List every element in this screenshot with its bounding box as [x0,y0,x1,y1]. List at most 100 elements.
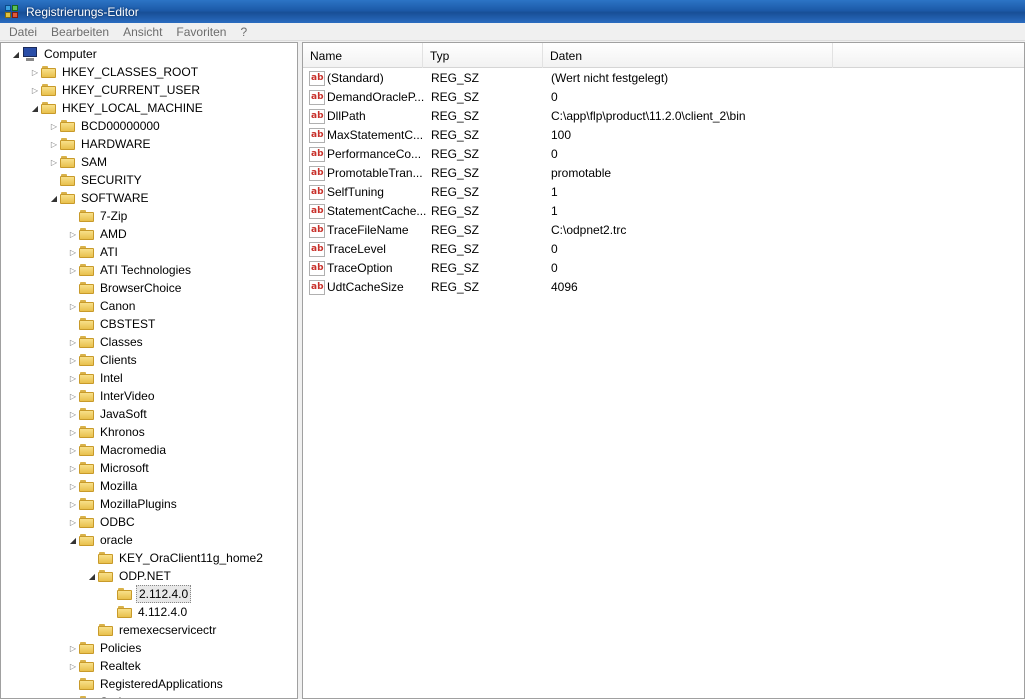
expand-arrow-icon[interactable]: ▷ [68,297,78,315]
folder-icon [41,65,57,79]
tree-item-label: KEY_OraClient11g_home2 [119,551,263,565]
folder-icon [79,227,95,241]
value-row[interactable]: ab TraceFileName REG_SZ C:\odpnet2.trc [303,221,1024,240]
value-row[interactable]: ab PerformanceCo... REG_SZ 0 [303,145,1024,164]
tree-item[interactable]: 7-Zip [68,207,129,225]
tree-item[interactable]: SECURITY [49,171,144,189]
tree-item[interactable]: ◢ ODP.NET [87,567,173,585]
tree-item[interactable]: RegisteredApplications [68,675,225,693]
tree-item[interactable]: ◢ Computer [11,45,99,63]
tree-item[interactable]: ▷ Policies [68,639,143,657]
expand-arrow-icon[interactable]: ▷ [49,117,59,135]
string-value-icon: ab [309,71,325,86]
expand-arrow-icon[interactable]: ▷ [68,495,78,513]
expand-arrow-icon[interactable]: ▷ [68,387,78,405]
tree-item[interactable]: ▷ ATI Technologies [68,261,193,279]
expand-arrow-icon[interactable]: ▷ [68,225,78,243]
tree-item-label: CBSTEST [100,317,156,331]
folder-icon [79,695,95,698]
tree-item[interactable]: ▷ Microsoft [68,459,151,477]
value-row[interactable]: ab SelfTuning REG_SZ 1 [303,183,1024,202]
tree-item[interactable]: 2.112.4.0 [106,585,192,603]
registry-values-list[interactable]: Name Typ Daten ab (Standard) REG_SZ (Wert n… [302,42,1025,699]
expand-arrow-icon[interactable]: ▷ [30,63,40,81]
value-name: StatementCache... [327,204,427,218]
collapse-arrow-icon[interactable]: ◢ [68,531,78,549]
value-row[interactable]: ab TraceLevel REG_SZ 0 [303,240,1024,259]
tree-item[interactable]: ▷ Classes [68,333,145,351]
expand-arrow-icon[interactable]: ▷ [68,405,78,423]
tree-item[interactable]: ▷ MozillaPlugins [68,495,179,513]
menu-ansicht[interactable]: Ansicht [116,23,169,41]
expand-arrow-icon[interactable]: ▷ [68,441,78,459]
value-row[interactable]: ab UdtCacheSize REG_SZ 4096 [303,278,1024,297]
value-row[interactable]: ab StatementCache... REG_SZ 1 [303,202,1024,221]
value-name: TraceOption [327,261,393,275]
value-row[interactable]: ab DemandOracleP... REG_SZ 0 [303,88,1024,107]
expand-arrow-icon[interactable]: ▷ [49,135,59,153]
menu-favoriten[interactable]: Favoriten [169,23,233,41]
tree-item-label: HARDWARE [81,137,151,151]
expand-arrow-icon[interactable]: ▷ [68,369,78,387]
expand-arrow-icon[interactable]: ▷ [68,351,78,369]
tree-item[interactable]: ▷ Khronos [68,423,147,441]
tree-item[interactable]: ▷ InterVideo [68,387,157,405]
tree-item[interactable]: ▷ HARDWARE [49,135,153,153]
tree-item[interactable]: ◢ oracle [68,531,135,549]
value-row[interactable]: ab TraceOption REG_SZ 0 [303,259,1024,278]
tree-item[interactable]: ▷ HKEY_CLASSES_ROOT [30,63,200,81]
tree-item[interactable]: ▷ Macromedia [68,441,168,459]
tree-item[interactable]: remexecservicectr [87,621,218,639]
tree-item[interactable]: ▷ ODBC [68,513,137,531]
tree-item[interactable]: BrowserChoice [68,279,183,297]
value-row[interactable]: ab DllPath REG_SZ C:\app\flp\product\11.2.0… [303,107,1024,126]
tree-item[interactable]: KEY_OraClient11g_home2 [87,549,265,567]
tree-item[interactable]: ▷ Mozilla [68,477,139,495]
value-row[interactable]: ab PromotableTran... REG_SZ promotable [303,164,1024,183]
expand-arrow-icon[interactable]: ▷ [68,477,78,495]
tree-item[interactable]: ▷ Canon [68,297,137,315]
tree-item[interactable]: ▷ Intel [68,369,125,387]
title-bar[interactable]: Registrierungs-Editor [0,0,1025,23]
registry-key-tree[interactable]: ◢ Computer ▷ HKEY_CLASSES_ROOT ▷ HKEY_CURRENT… [0,42,298,699]
expand-arrow-icon[interactable]: ▷ [68,459,78,477]
collapse-arrow-icon[interactable]: ◢ [30,99,40,117]
tree-item[interactable]: ▷ Realtek [68,657,143,675]
collapse-arrow-icon[interactable]: ◢ [49,189,59,207]
column-header-name[interactable]: Name [303,43,423,68]
value-row[interactable]: ab (Standard) REG_SZ (Wert nicht festgelegt… [303,69,1024,88]
tree-item[interactable]: ◢ HKEY_LOCAL_MACHINE [30,99,205,117]
tree-item[interactable]: CBSTEST [68,315,157,333]
expand-arrow-icon[interactable]: ▷ [68,693,78,699]
expand-arrow-icon[interactable]: ▷ [68,423,78,441]
tree-item[interactable]: ▷ Serious [68,693,143,699]
expand-arrow-icon[interactable]: ▷ [30,81,40,99]
tree-item-label: Clients [100,353,137,367]
collapse-arrow-icon[interactable]: ◢ [11,45,21,63]
tree-item[interactable]: ▷ JavaSoft [68,405,149,423]
tree-item[interactable]: ▷ HKEY_CURRENT_USER [30,81,202,99]
expand-arrow-icon[interactable]: ▷ [68,333,78,351]
expand-arrow-icon[interactable]: ▷ [68,513,78,531]
expand-arrow-icon[interactable]: ▷ [68,261,78,279]
menu-bearbeiten[interactable]: Bearbeiten [44,23,116,41]
menu-help[interactable]: ? [233,23,254,41]
tree-item[interactable]: ▷ Clients [68,351,139,369]
value-row[interactable]: ab MaxStatementC... REG_SZ 100 [303,126,1024,145]
collapse-arrow-icon[interactable]: ◢ [87,567,97,585]
expand-arrow-icon[interactable]: ▷ [68,639,78,657]
expand-arrow-icon[interactable]: ▷ [68,657,78,675]
column-header-type[interactable]: Typ [423,43,543,68]
tree-item[interactable]: ▷ SAM [49,153,109,171]
tree-item[interactable]: ▷ ATI [68,243,120,261]
column-header-data[interactable]: Daten [543,43,833,68]
tree-item[interactable]: ▷ AMD [68,225,129,243]
expand-arrow-icon[interactable]: ▷ [68,243,78,261]
tree-item[interactable]: ◢ SOFTWARE [49,189,151,207]
expand-arrow-icon[interactable]: ▷ [49,153,59,171]
tree-item[interactable]: ▷ BCD00000000 [49,117,162,135]
menu-datei[interactable]: Datei [2,23,44,41]
folder-icon [60,191,76,205]
tree-item[interactable]: 4.112.4.0 [106,603,189,621]
